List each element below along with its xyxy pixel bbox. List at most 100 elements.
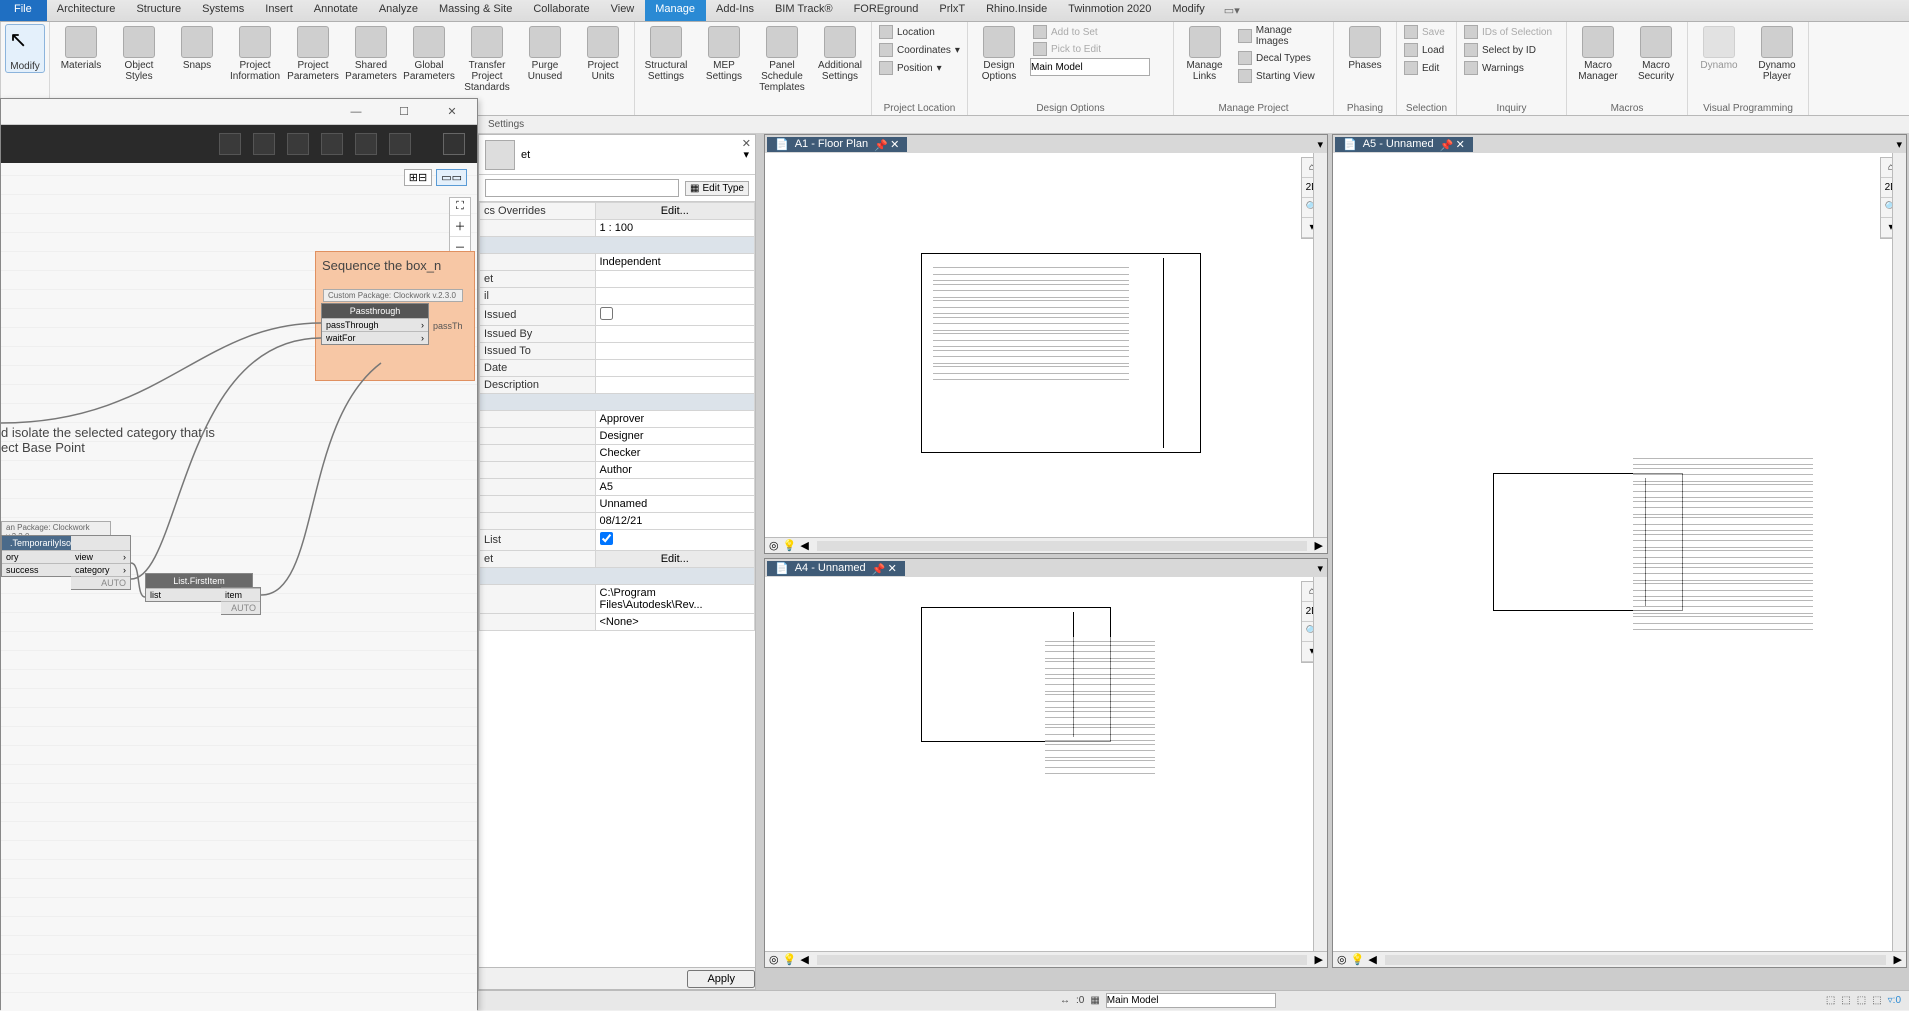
selmode2-icon[interactable]: ⬚	[1841, 995, 1850, 1006]
geom-box-icon[interactable]	[253, 133, 275, 155]
vscrollbar[interactable]	[1892, 153, 1906, 951]
hscrollbar[interactable]	[817, 955, 1307, 965]
geom-box2-icon[interactable]	[287, 133, 309, 155]
apply-button[interactable]: Apply	[687, 970, 755, 988]
prop-value[interactable]: Approver	[595, 411, 755, 428]
tab-file[interactable]: File	[0, 0, 47, 21]
dynamo-titlebar[interactable]: — ☐ ✕	[1, 99, 477, 125]
manage-links-button[interactable]: Manage Links	[1178, 24, 1231, 102]
node-header[interactable]: Passthrough	[322, 304, 428, 318]
hscroll-left-icon[interactable]: ◀	[800, 953, 808, 966]
panel-schedule-button[interactable]: Panel Schedule Templates	[755, 24, 809, 93]
filter-icon[interactable]: ▿:0	[1888, 995, 1901, 1006]
phases-button[interactable]: Phases	[1338, 24, 1392, 71]
view-canvas[interactable]	[1333, 153, 1906, 951]
view-tab-a1[interactable]: 📄 A1 - Floor Plan 📌✕	[767, 137, 907, 152]
tab-twinmotion[interactable]: Twinmotion 2020	[1058, 0, 1162, 21]
ribbon-collapse-icon[interactable]: ▭▾	[1224, 0, 1240, 21]
prop-value[interactable]: Independent	[595, 254, 755, 271]
purge-unused-button[interactable]: Purge Unused	[518, 24, 572, 82]
object-styles-button[interactable]: Object Styles	[112, 24, 166, 82]
vscrollbar[interactable]	[1313, 153, 1327, 537]
geom-preview-icon[interactable]	[219, 133, 241, 155]
model-icon[interactable]: ▦	[1090, 995, 1099, 1006]
tab-structure[interactable]: Structure	[126, 0, 192, 21]
prop-group[interactable]	[480, 394, 755, 411]
structural-settings-button[interactable]: Structural Settings	[639, 24, 693, 82]
selection-edit-button[interactable]: Edit	[1401, 60, 1452, 76]
edit-type-button[interactable]: ▦Edit Type	[685, 181, 749, 196]
pin-icon[interactable]: 📌	[1440, 139, 1450, 149]
crop-icon[interactable]: ◎	[769, 539, 779, 552]
node-passthrough[interactable]: Passthrough passThrough› waitFor›	[321, 303, 429, 345]
project-parameters-button[interactable]: Project Parameters	[286, 24, 340, 82]
light-icon[interactable]: 💡	[1351, 953, 1365, 966]
scale-value[interactable]: :0	[1076, 995, 1084, 1006]
view-menu-icon[interactable]: ▾	[1896, 138, 1902, 151]
light-icon[interactable]: 💡	[783, 539, 797, 552]
design-option-status-select[interactable]	[1106, 993, 1276, 1008]
tab-analyze[interactable]: Analyze	[369, 0, 429, 21]
view-canvas[interactable]	[765, 153, 1327, 537]
pin-icon[interactable]: 📌	[874, 139, 884, 149]
prop-value[interactable]	[595, 271, 755, 288]
prop-value[interactable]: 1 : 100	[595, 220, 755, 237]
modify-button[interactable]: ↖ Modify	[5, 24, 45, 73]
position-button[interactable]: Position ▾	[876, 60, 963, 76]
properties-close-icon[interactable]: ✕	[742, 137, 751, 150]
node-first-out[interactable]: item AUTO	[221, 587, 261, 615]
macro-security-button[interactable]: Macro Security	[1629, 24, 1683, 82]
hscroll-right-icon[interactable]: ▶	[1315, 953, 1323, 966]
tab-annotate[interactable]: Annotate	[304, 0, 369, 21]
port-in[interactable]: passThrough	[326, 320, 379, 330]
tab-bimtrack[interactable]: BIM Track®	[765, 0, 844, 21]
edit-button[interactable]: Edit...	[595, 203, 755, 220]
close-icon[interactable]: ✕	[888, 562, 897, 575]
node-isolate-outputs[interactable]: x view› category› AUTO	[71, 535, 131, 590]
project-units-button[interactable]: Project Units	[576, 24, 630, 82]
select-by-id-button[interactable]: Select by ID	[1461, 42, 1562, 58]
prop-value[interactable]	[595, 326, 755, 343]
prop-group[interactable]	[480, 568, 755, 585]
port-out[interactable]: category	[75, 565, 110, 575]
view-menu-icon[interactable]: ▾	[1317, 562, 1323, 575]
port-out[interactable]: view	[75, 552, 93, 562]
geom-box4-icon[interactable]	[355, 133, 377, 155]
prop-value[interactable]: A5	[595, 479, 755, 496]
hscrollbar[interactable]	[1385, 955, 1886, 965]
maximize-button[interactable]: ☐	[389, 105, 419, 118]
port-in[interactable]: success	[6, 565, 39, 575]
light-icon[interactable]: 💡	[783, 953, 797, 966]
hscrollbar[interactable]	[817, 541, 1307, 551]
hscroll-right-icon[interactable]: ▶	[1315, 539, 1323, 552]
prop-value[interactable]: C:\Program Files\Autodesk\Rev...	[595, 585, 755, 614]
geom-box5-icon[interactable]	[389, 133, 411, 155]
scale-icon[interactable]: ↔	[1060, 995, 1070, 1006]
instance-filter-input[interactable]	[485, 179, 679, 197]
tab-collaborate[interactable]: Collaborate	[523, 0, 600, 21]
port-out[interactable]: passTh	[433, 321, 463, 331]
project-information-button[interactable]: Project Information	[228, 24, 282, 82]
prop-checkbox[interactable]	[595, 305, 755, 326]
prop-value[interactable]: 08/12/21	[595, 513, 755, 530]
tab-view[interactable]: View	[601, 0, 646, 21]
decal-types-button[interactable]: Decal Types	[1235, 50, 1329, 66]
selmode3-icon[interactable]: ⬚	[1857, 995, 1866, 1006]
view-tab-a5[interactable]: 📄 A5 - Unnamed 📌✕	[1335, 137, 1473, 152]
manage-images-button[interactable]: Manage Images	[1235, 24, 1329, 48]
tab-foreground[interactable]: FOREground	[844, 0, 930, 21]
tab-manage[interactable]: Manage	[645, 0, 706, 21]
prop-value[interactable]: Checker	[595, 445, 755, 462]
fit-icon[interactable]: ⛶	[450, 198, 470, 216]
port-in[interactable]: waitFor	[326, 333, 356, 343]
hscroll-left-icon[interactable]: ◀	[800, 539, 808, 552]
mep-settings-button[interactable]: MEP Settings	[697, 24, 751, 82]
tab-modify[interactable]: Modify	[1162, 0, 1215, 21]
crop-icon[interactable]: ◎	[1337, 953, 1347, 966]
3d-view-toggle[interactable]: ▭▭	[436, 169, 467, 186]
prop-value[interactable]	[595, 377, 755, 394]
snaps-button[interactable]: Snaps	[170, 24, 224, 71]
minimize-button[interactable]: —	[341, 106, 371, 118]
tab-rhino[interactable]: Rhino.Inside	[976, 0, 1058, 21]
transfer-standards-button[interactable]: Transfer Project Standards	[460, 24, 514, 93]
